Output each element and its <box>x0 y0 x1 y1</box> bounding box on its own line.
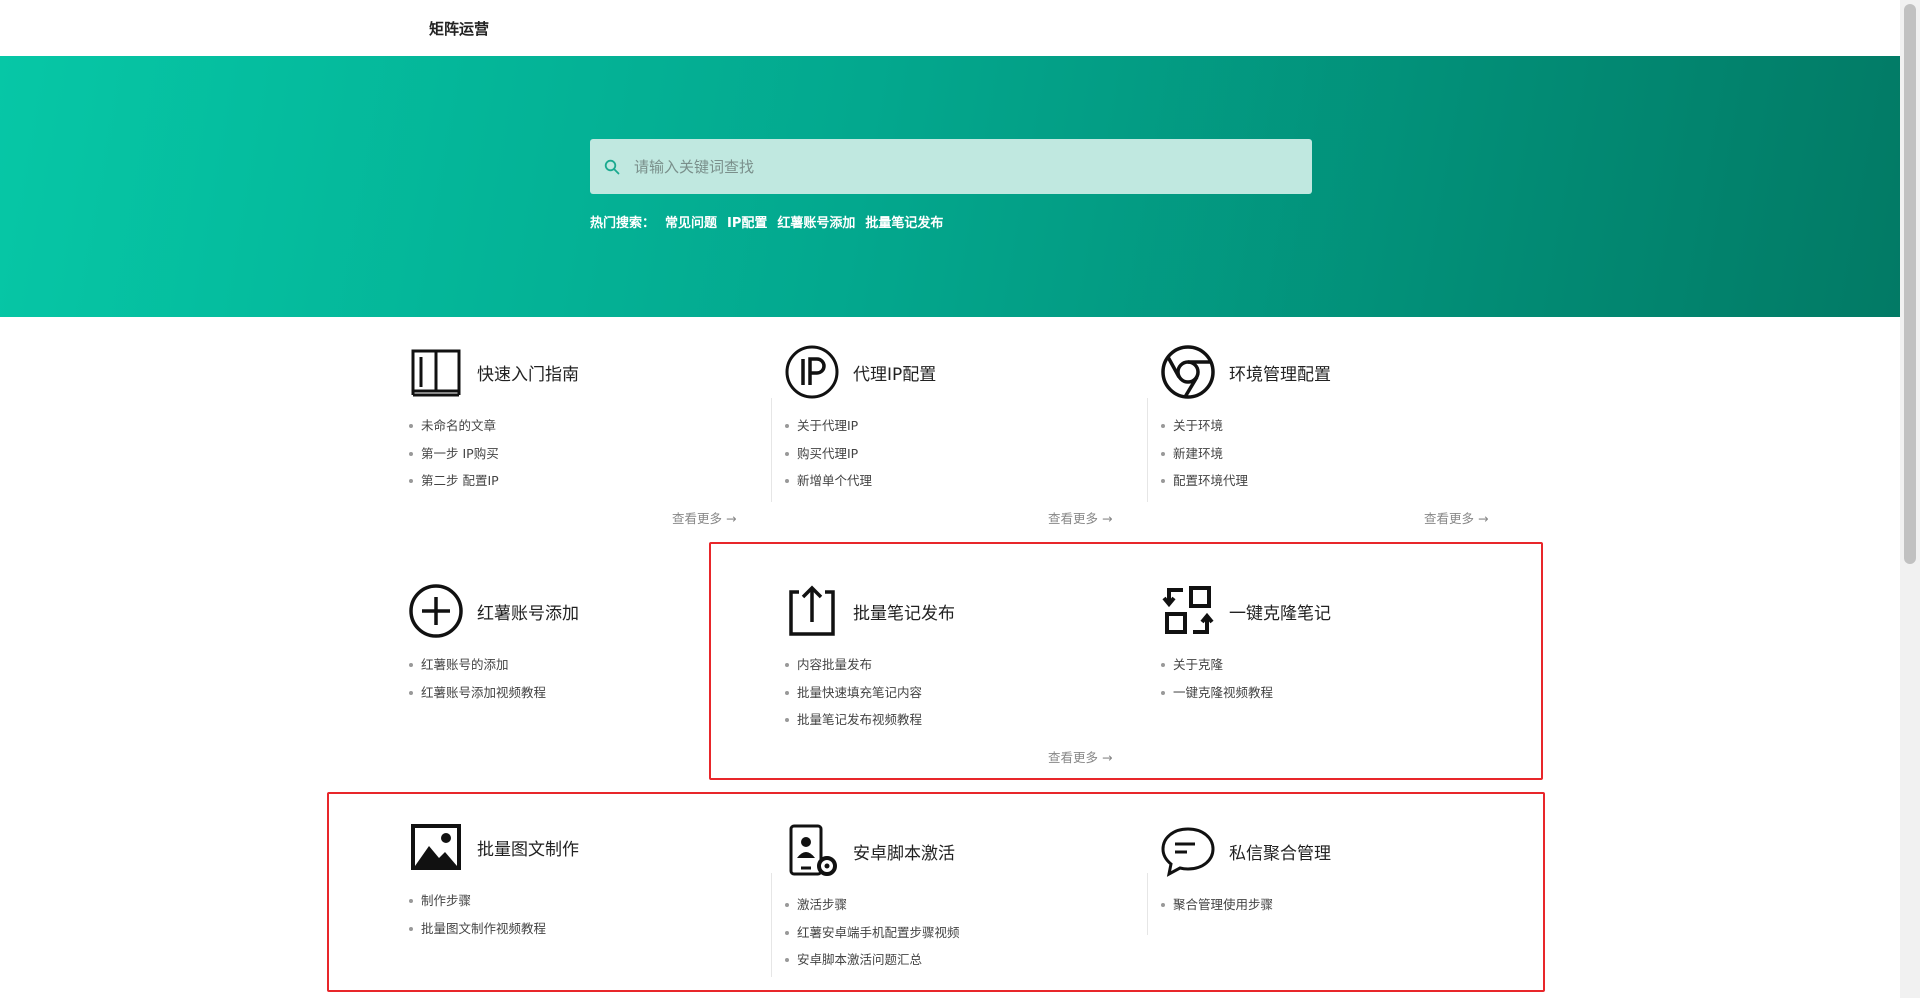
article-list: 未命名的文章 第一步 IP购买 第二步 配置IP <box>407 412 747 495</box>
category-card-account-add: 红薯账号添加 红薯账号的添加 红薯账号添加视频教程 <box>407 581 747 706</box>
search-box[interactable] <box>590 138 1312 195</box>
card-title[interactable]: 快速入门指南 <box>477 360 579 385</box>
article-list: 关于环境 新建环境 配置环境代理 <box>1159 412 1499 495</box>
article-link[interactable]: 第一步 IP购买 <box>407 440 747 468</box>
category-card-environment: 环境管理配置 关于环境 新建环境 配置环境代理 <box>1159 342 1499 495</box>
card-title[interactable]: 红薯账号添加 <box>477 599 579 624</box>
article-link[interactable]: 红薯账号的添加 <box>407 651 747 679</box>
article-link[interactable]: 关于环境 <box>1159 412 1499 440</box>
hot-search-label: 热门搜索： <box>590 216 656 231</box>
category-card-proxy-ip: 代理IP配置 关于代理IP 购买代理IP 新增单个代理 <box>783 342 1123 495</box>
article-link[interactable]: 关于代理IP <box>783 412 1123 440</box>
divider <box>771 398 772 502</box>
ip-icon <box>785 345 839 399</box>
view-more-link[interactable]: 查看更多 → <box>1048 508 1112 527</box>
search-input[interactable] <box>632 138 1312 195</box>
hot-search-link[interactable]: 批量笔记发布 <box>865 212 943 231</box>
article-link[interactable]: 未命名的文章 <box>407 412 747 440</box>
article-list: 关于代理IP 购买代理IP 新增单个代理 <box>783 412 1123 495</box>
article-link[interactable]: 配置环境代理 <box>1159 467 1499 495</box>
article-list: 红薯账号的添加 红薯账号添加视频教程 <box>407 651 747 706</box>
highlight-box <box>327 792 1545 992</box>
hero-banner: 热门搜索： 常见问题 IP配置 红薯账号添加 批量笔记发布 <box>0 56 1900 317</box>
hot-search-link[interactable]: IP配置 <box>727 212 767 231</box>
hot-searches: 热门搜索： 常见问题 IP配置 红薯账号添加 批量笔记发布 <box>590 212 943 231</box>
article-link[interactable]: 第二步 配置IP <box>407 467 747 495</box>
top-bar: 矩阵运营 <box>0 0 1900 56</box>
highlight-box <box>709 542 1543 780</box>
view-more-link[interactable]: 查看更多 → <box>672 508 736 527</box>
divider <box>1147 398 1148 502</box>
scrollbar-thumb[interactable] <box>1904 4 1916 564</box>
article-link[interactable]: 新增单个代理 <box>783 467 1123 495</box>
hot-search-link[interactable]: 红薯账号添加 <box>777 212 855 231</box>
category-card-quick-start: 快速入门指南 未命名的文章 第一步 IP购买 第二步 配置IP <box>407 342 747 495</box>
article-link[interactable]: 购买代理IP <box>783 440 1123 468</box>
card-title[interactable]: 环境管理配置 <box>1229 360 1331 385</box>
view-more-link[interactable]: 查看更多 → <box>1424 508 1488 527</box>
search-icon <box>604 159 620 174</box>
brand-logo-text[interactable]: 矩阵运营 <box>429 18 489 39</box>
vertical-scrollbar[interactable] <box>1900 0 1920 998</box>
article-link[interactable]: 红薯账号添加视频教程 <box>407 679 747 707</box>
card-title[interactable]: 代理IP配置 <box>853 360 936 385</box>
book-icon <box>411 349 461 397</box>
hot-search-link[interactable]: 常见问题 <box>665 212 717 231</box>
chrome-icon <box>1161 345 1215 399</box>
article-link[interactable]: 新建环境 <box>1159 440 1499 468</box>
plus-circle-icon <box>409 584 463 638</box>
